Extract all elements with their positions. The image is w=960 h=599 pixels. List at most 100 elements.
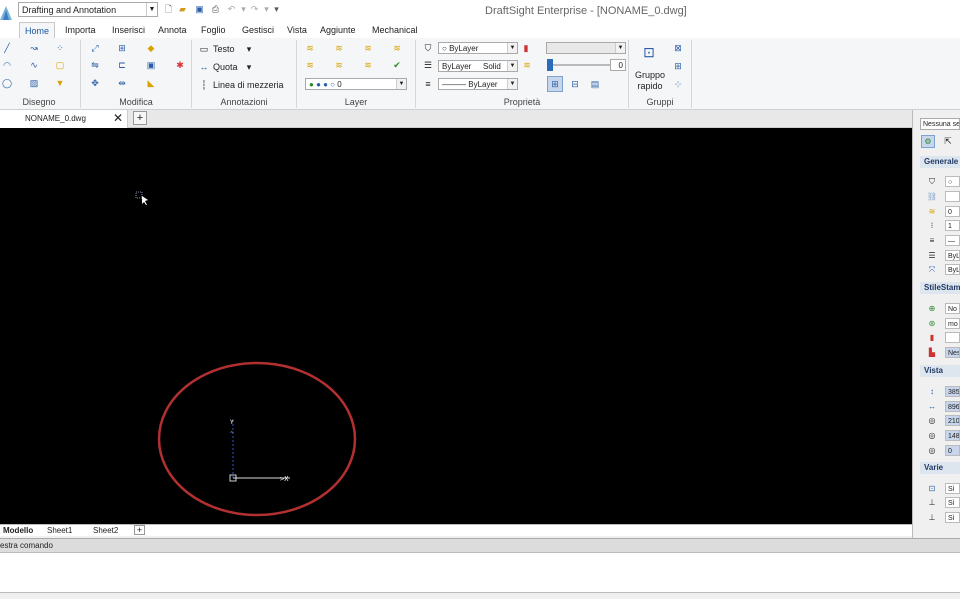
- layer-off-icon[interactable]: ≋: [305, 60, 315, 70]
- tab-annota[interactable]: Annota: [153, 22, 192, 38]
- tab-foglio[interactable]: Foglio: [196, 22, 231, 38]
- document-tab[interactable]: NONAME_0.dwg ✕: [0, 110, 128, 128]
- fillet-icon[interactable]: ◣: [146, 78, 156, 88]
- color-bars-icon[interactable]: ▮: [521, 43, 531, 53]
- mirror-icon[interactable]: ⇋: [90, 60, 100, 70]
- prop-value[interactable]: 896: [945, 401, 960, 412]
- selection-filter-select[interactable]: Nessuna se: [920, 118, 960, 130]
- gruppo-rapido-button[interactable]: Gruppo rapido: [634, 70, 666, 92]
- new-file-icon[interactable]: 🗋: [163, 4, 174, 15]
- tab-importa[interactable]: Importa: [60, 22, 101, 38]
- transparency-icon[interactable]: ≋: [522, 60, 532, 70]
- save-icon[interactable]: ▣: [194, 4, 205, 15]
- transparency-slider-track[interactable]: [547, 64, 611, 66]
- hatch-icon[interactable]: ▨: [29, 78, 39, 88]
- transparency-slider-thumb[interactable]: [547, 59, 553, 71]
- new-tab-button[interactable]: +: [133, 111, 147, 125]
- section-varie[interactable]: Varie: [920, 462, 960, 474]
- prop-value[interactable]: 210: [945, 415, 960, 426]
- lineweight-icon[interactable]: ≡: [423, 79, 433, 89]
- tab-aggiunte[interactable]: Aggiunte: [315, 22, 361, 38]
- array-icon[interactable]: ⊞: [117, 43, 127, 53]
- rotate-icon[interactable]: ✥: [90, 78, 100, 88]
- layer-isolate-icon[interactable]: ≋: [363, 43, 373, 53]
- command-input-area[interactable]: [0, 553, 960, 593]
- explode-icon[interactable]: ▣: [146, 60, 156, 70]
- section-generale[interactable]: Generale: [920, 156, 960, 168]
- prop-value[interactable]: 148: [945, 430, 960, 441]
- prop-value[interactable]: mo: [945, 318, 960, 329]
- color-select[interactable]: ○ ByLayer ▼: [438, 42, 518, 54]
- spline-icon[interactable]: ∿: [29, 60, 39, 70]
- prop-value[interactable]: 385: [945, 386, 960, 397]
- layout-tab-sheet2[interactable]: Sheet2: [90, 525, 121, 536]
- prop-value[interactable]: ByL: [945, 264, 960, 275]
- tab-vista[interactable]: Vista: [282, 22, 312, 38]
- prop-value[interactable]: 1: [945, 220, 960, 231]
- testo-button[interactable]: Testo: [213, 44, 235, 54]
- layer-current-icon[interactable]: ✔: [392, 60, 402, 70]
- close-icon[interactable]: ✕: [113, 111, 123, 125]
- undo-icon[interactable]: ↶: [226, 4, 237, 15]
- linea-mezzeria-button[interactable]: Linea di mezzeria: [213, 80, 284, 90]
- region-icon[interactable]: ▢: [55, 60, 65, 70]
- polyline-icon[interactable]: ↝: [29, 43, 39, 53]
- print-icon[interactable]: ⎙: [210, 4, 221, 15]
- erase-icon[interactable]: ◆: [146, 43, 156, 53]
- trim-icon[interactable]: ⇹: [117, 78, 127, 88]
- quick-select-icon[interactable]: ⚙: [921, 135, 935, 148]
- move-icon[interactable]: ⤢: [90, 43, 100, 53]
- chevron-down-icon[interactable]: ▾: [244, 62, 254, 72]
- line-icon[interactable]: ╱: [2, 43, 12, 53]
- app-logo-icon[interactable]: [0, 6, 12, 20]
- customize-toolbar-icon[interactable]: ▾: [271, 4, 282, 15]
- prop-value[interactable]: Sì: [945, 512, 960, 523]
- display-lineweight-toggle[interactable]: ⊞: [547, 76, 563, 92]
- group-icon[interactable]: ⊡: [640, 44, 658, 60]
- prop-value[interactable]: —: [945, 235, 960, 246]
- linetype-icon[interactable]: ☰: [423, 60, 433, 70]
- offset-icon[interactable]: ⊏: [117, 60, 127, 70]
- prop-value[interactable]: ○: [945, 176, 960, 187]
- prop-value[interactable]: No: [945, 303, 960, 314]
- layer-lock-icon[interactable]: ≋: [334, 60, 344, 70]
- section-stilestampa[interactable]: StileStam: [920, 282, 960, 294]
- add-layout-button[interactable]: +: [134, 525, 145, 535]
- layout-tab-modello[interactable]: Modello: [0, 525, 36, 536]
- properties-palette-icon[interactable]: ▤: [590, 79, 600, 89]
- layout-tab-sheet1[interactable]: Sheet1: [44, 525, 75, 536]
- linetype-select[interactable]: ByLayer Solid ▼: [438, 60, 518, 72]
- layer-manager-icon[interactable]: ≋: [305, 43, 315, 53]
- tab-mechanical[interactable]: Mechanical: [367, 22, 423, 38]
- match-properties-icon[interactable]: ⛉: [423, 43, 433, 53]
- prop-value[interactable]: [945, 191, 960, 202]
- arc-icon[interactable]: ◠: [2, 60, 12, 70]
- layer-previous-icon[interactable]: ≋: [334, 43, 344, 53]
- quota-button[interactable]: Quota: [213, 62, 238, 72]
- tab-home[interactable]: Home: [19, 22, 56, 39]
- prop-value[interactable]: 0: [945, 445, 960, 456]
- drawing-canvas[interactable]: Y ^ >X: [0, 128, 912, 524]
- layer-freeze-icon[interactable]: ≋: [392, 43, 402, 53]
- tab-inserisci[interactable]: Inserisci: [107, 22, 150, 38]
- prop-value[interactable]: Nes: [945, 347, 960, 358]
- group-select-icon[interactable]: ⊹: [673, 79, 683, 89]
- section-vista[interactable]: Vista: [920, 365, 960, 377]
- layer-select[interactable]: ● ● ● ○ 0 ▼: [305, 78, 407, 90]
- point-icon[interactable]: ⁘: [55, 43, 65, 53]
- prop-value[interactable]: Sì: [945, 483, 960, 494]
- redo-icon[interactable]: ↷: [249, 4, 260, 15]
- lineweight-select[interactable]: ——— ByLayer ▼: [438, 78, 518, 90]
- prop-value[interactable]: ByL: [945, 250, 960, 261]
- tab-gestisci[interactable]: Gestisci: [237, 22, 279, 38]
- layer-match-icon[interactable]: ≋: [363, 60, 373, 70]
- undo-dropdown-icon[interactable]: ▾: [238, 4, 249, 15]
- plotstyle-select[interactable]: ▼: [546, 42, 626, 54]
- transparency-value[interactable]: 0: [610, 59, 626, 71]
- prop-value[interactable]: [945, 332, 960, 343]
- break-icon[interactable]: ✱: [175, 60, 185, 70]
- chevron-down-icon[interactable]: ▾: [244, 44, 254, 54]
- ungroup-icon[interactable]: ⊠: [673, 43, 683, 53]
- workspace-select[interactable]: Drafting and Annotation ▼: [18, 2, 158, 17]
- open-folder-icon[interactable]: ▰: [177, 4, 188, 15]
